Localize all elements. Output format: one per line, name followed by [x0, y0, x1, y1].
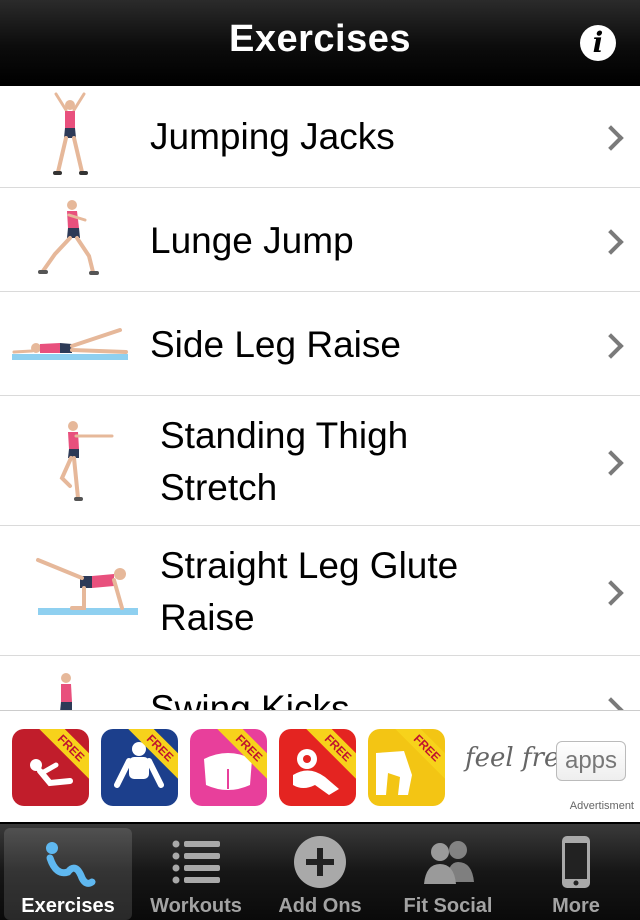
exercise-label: Side Leg Raise	[150, 324, 401, 365]
exercise-row-straight-leg-glute-raise[interactable]: Straight Leg Glute Raise	[0, 526, 640, 656]
exercise-row-swing-kicks[interactable]: Swing Kicks	[0, 656, 640, 710]
dumbbell-app-icon[interactable]: FREE	[279, 729, 356, 806]
exercise-label: Swing Kicks	[150, 688, 350, 710]
situps-app-icon[interactable]: FREE	[12, 729, 89, 806]
chevron-right-icon	[598, 580, 624, 606]
butt-app-icon[interactable]: FREE	[190, 729, 267, 806]
exercise-label: Lunge Jump	[150, 220, 354, 261]
tab-label: Fit Social	[403, 895, 493, 917]
chevron-right-icon	[598, 697, 624, 710]
ad-banner[interactable]: FREE FREE FREE FREE FREE feel free apps …	[0, 710, 640, 822]
tab-fit-social[interactable]: Fit Social	[384, 828, 512, 920]
glute-raise-figure	[36, 558, 138, 615]
tab-label: Workouts	[150, 895, 242, 917]
tab-more[interactable]: More	[512, 828, 640, 920]
tab-label: Add Ons	[278, 895, 362, 917]
exercise-label-line1: Straight Leg Glute	[160, 545, 459, 586]
thigh-stretch-figure	[59, 421, 114, 501]
tab-label: Exercises	[21, 895, 115, 917]
chevron-right-icon	[598, 125, 624, 151]
exercise-list[interactable]: Jumping Jacks Lunge Jump Side Leg Raise …	[0, 86, 640, 710]
tab-workouts[interactable]: Workouts	[132, 828, 260, 920]
legs-app-icon[interactable]: FREE	[368, 729, 445, 806]
jumping-jacks-figure	[53, 92, 88, 175]
tab-exercises[interactable]: Exercises	[4, 828, 132, 920]
chevron-right-icon	[598, 450, 624, 476]
exercise-row-standing-thigh-stretch[interactable]: Standing Thigh Stretch	[0, 396, 640, 526]
exercises-tab-icon	[46, 842, 96, 887]
exercise-label-line2: Stretch	[160, 467, 278, 508]
chevron-right-icon	[598, 333, 624, 359]
exercise-row-lunge-jump[interactable]: Lunge Jump	[0, 188, 640, 292]
info-icon[interactable]: i	[580, 25, 616, 61]
tab-label: More	[552, 895, 600, 917]
exercise-row-side-leg-raise[interactable]: Side Leg Raise	[0, 292, 640, 396]
people-icon	[424, 841, 474, 884]
side-leg-raise-figure	[12, 328, 128, 360]
exercise-label-line2: Raise	[160, 597, 255, 638]
tab-add-ons[interactable]: Add Ons	[256, 828, 384, 920]
phone-icon	[562, 836, 590, 888]
tab-bar: Exercises Workouts Add Ons Fit Social Mo…	[0, 822, 640, 920]
lunge-jump-figure	[38, 200, 99, 275]
exercise-label: Jumping Jacks	[150, 116, 395, 157]
nav-bar: Exercises i	[0, 0, 640, 86]
exercise-label-line1: Standing Thigh	[160, 415, 409, 456]
page-title: Exercises	[229, 18, 411, 60]
chevron-right-icon	[598, 229, 624, 255]
list-icon	[172, 840, 220, 884]
pushups-app-icon[interactable]: FREE	[101, 729, 178, 806]
ad-brand-apps: apps	[556, 741, 626, 781]
exercise-row-jumping-jacks[interactable]: Jumping Jacks	[0, 86, 640, 188]
ad-caption: Advertisment	[569, 800, 634, 812]
plus-circle-icon	[294, 836, 346, 888]
swing-kicks-figure	[60, 673, 72, 710]
